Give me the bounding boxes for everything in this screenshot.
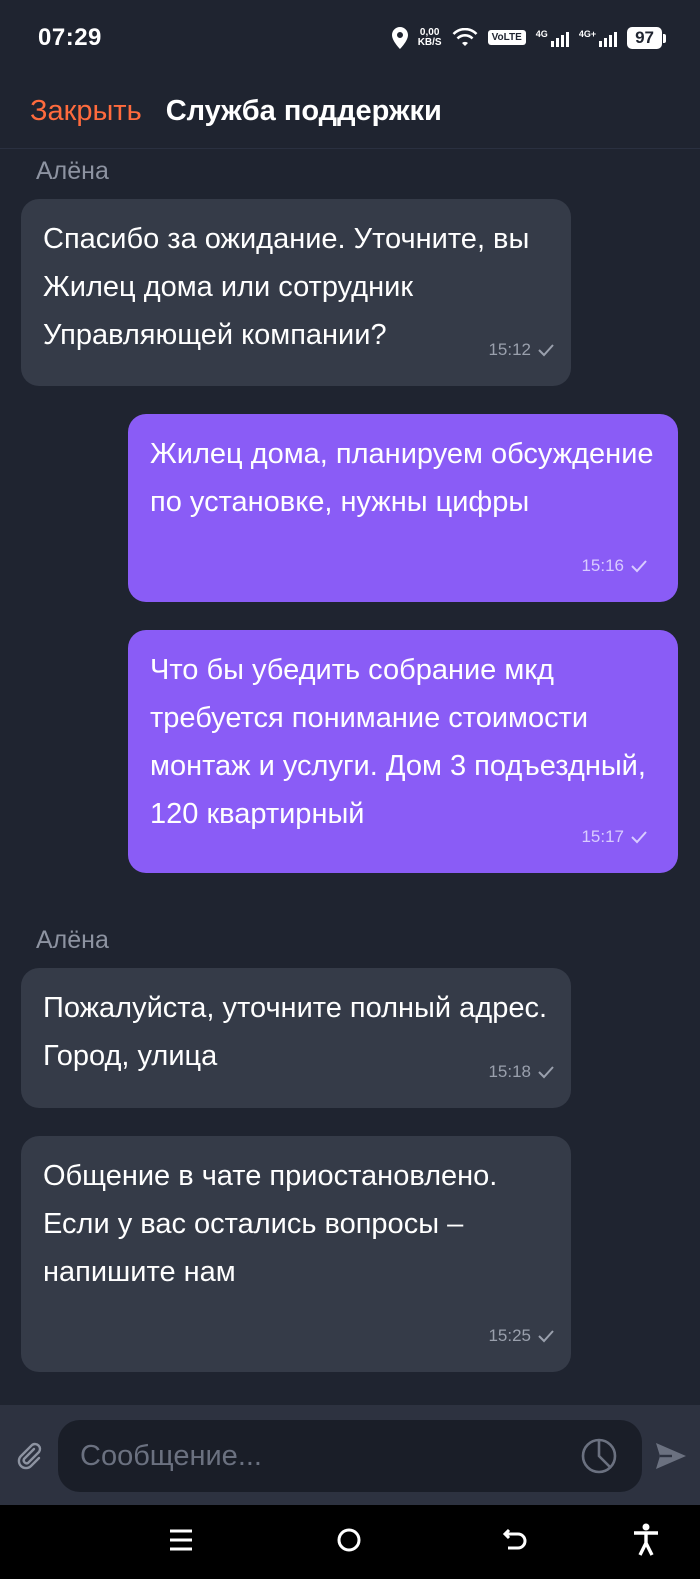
net-speed: 0,00 KB/S (417, 26, 442, 48)
message-meta: 15:25 (488, 1312, 555, 1360)
message-meta: 15:18 (488, 1048, 555, 1096)
sticker-icon[interactable] (580, 1437, 618, 1475)
message-time: 15:17 (581, 827, 624, 846)
message-meta: 15:16 (581, 542, 648, 590)
check-icon (631, 831, 647, 844)
home-icon[interactable] (336, 1527, 362, 1553)
menu-icon[interactable] (168, 1527, 194, 1553)
chat-messages[interactable]: Алёна Спасибо за ожидание. Уточните, вы … (0, 150, 700, 1405)
send-icon[interactable] (654, 1439, 688, 1473)
page-title: Служба поддержки (165, 95, 442, 127)
message-bubble-incoming[interactable]: Спасибо за ожидание. Уточните, вы Жилец … (21, 199, 571, 386)
check-icon (631, 560, 647, 573)
message-bubble-outgoing[interactable]: Жилец дома, планируем обсуждение по уста… (128, 414, 678, 602)
check-icon (538, 1330, 554, 1343)
status-icons: 0,00 KB/S VoLTE 4G 4G+ 97 (391, 26, 666, 49)
check-icon (538, 344, 554, 357)
message-text: Что бы убедить собрание мкд требуется по… (150, 654, 646, 830)
battery-icon: 97 (627, 26, 666, 49)
check-icon (538, 1066, 554, 1079)
message-text: Пожалуйста, уточните полный адрес. Город… (43, 992, 548, 1072)
accessibility-icon[interactable] (632, 1523, 660, 1557)
status-bar: 07:29 0,00 KB/S VoLTE 4G 4G+ 97 (0, 0, 700, 75)
message-time: 15:18 (488, 1062, 531, 1081)
location-icon (391, 26, 408, 49)
message-text: Общение в чате приостановлено. Если у ва… (43, 1160, 498, 1288)
message-meta: 15:12 (488, 326, 555, 374)
system-nav-bar (0, 1505, 700, 1579)
back-icon[interactable] (502, 1527, 530, 1553)
signal-icon-sim2: 4G+ (579, 29, 618, 47)
signal-icon-sim1: 4G (536, 29, 569, 47)
sender-name: Алёна (36, 157, 109, 185)
sender-name: Алёна (36, 926, 109, 954)
message-bubble-incoming[interactable]: Пожалуйста, уточните полный адрес. Город… (21, 968, 571, 1108)
message-bubble-incoming[interactable]: Общение в чате приостановлено. Если у ва… (21, 1136, 571, 1372)
close-button[interactable]: Закрыть (30, 95, 142, 128)
message-text: Жилец дома, планируем обсуждение по уста… (150, 438, 654, 518)
chat-header: Закрыть Служба поддержки (0, 75, 700, 149)
volte-badge: VoLTE (487, 30, 526, 45)
message-text: Спасибо за ожидание. Уточните, вы Жилец … (43, 223, 530, 351)
message-time: 15:25 (488, 1326, 531, 1345)
composer-bar (0, 1405, 700, 1505)
wifi-icon (452, 27, 478, 46)
message-time: 15:16 (581, 556, 624, 575)
message-meta: 15:17 (581, 813, 648, 861)
attach-icon[interactable] (14, 1441, 44, 1471)
message-bubble-outgoing[interactable]: Что бы убедить собрание мкд требуется по… (128, 630, 678, 873)
status-time: 07:29 (38, 23, 102, 51)
message-input[interactable] (58, 1420, 642, 1492)
message-time: 15:12 (488, 340, 531, 359)
